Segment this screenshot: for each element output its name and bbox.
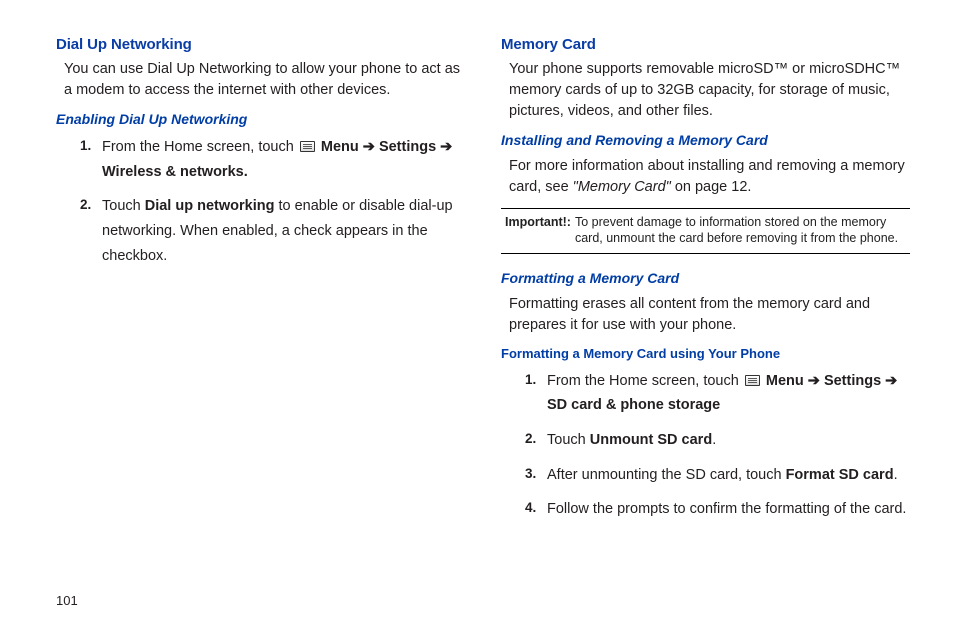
- steps-enabling-dun: From the Home screen, touch Menu ➔ Setti…: [80, 135, 465, 268]
- r-step1-menu: Menu: [766, 373, 804, 389]
- subheading-enabling-dun: Enabling Dial Up Networking: [56, 111, 465, 127]
- subheading-install-remove: Installing and Removing a Memory Card: [501, 132, 910, 148]
- p2-ref: "Memory Card": [573, 179, 671, 195]
- step1-wireless: Wireless & networks.: [102, 164, 248, 180]
- important-note: Important!: To prevent damage to informa…: [501, 208, 910, 254]
- menu-icon: [745, 375, 760, 386]
- body-memory-intro: Your phone supports removable microSD™ o…: [509, 59, 910, 122]
- step1-menu: Menu: [321, 139, 359, 155]
- body-formatting-intro: Formatting erases all content from the m…: [509, 294, 910, 336]
- page-number: 101: [56, 593, 78, 608]
- r-step2-c: .: [712, 432, 716, 448]
- steps-formatting: From the Home screen, touch Menu ➔ Setti…: [525, 369, 910, 522]
- body-install-info: For more information about installing an…: [509, 156, 910, 198]
- step2-text-a: Touch: [102, 198, 145, 214]
- step2-dun: Dial up networking: [145, 198, 275, 214]
- r-step1-settings: Settings: [824, 373, 881, 389]
- step-1: From the Home screen, touch Menu ➔ Setti…: [80, 135, 465, 184]
- step-3: After unmounting the SD card, touch Form…: [525, 463, 910, 488]
- arrow-icon: ➔: [804, 373, 824, 389]
- heading-dial-up: Dial Up Networking: [56, 36, 465, 53]
- step-1: From the Home screen, touch Menu ➔ Setti…: [525, 369, 910, 418]
- step1-text-a: From the Home screen, touch: [102, 139, 298, 155]
- subheading-formatting-phone: Formatting a Memory Card using Your Phon…: [501, 346, 910, 361]
- step-2: Touch Unmount SD card.: [525, 428, 910, 453]
- column-right: Memory Card Your phone supports removabl…: [501, 36, 910, 532]
- subheading-formatting: Formatting a Memory Card: [501, 270, 910, 286]
- step-2: Touch Dial up networking to enable or di…: [80, 194, 465, 268]
- p2-b: on page 12.: [671, 179, 752, 195]
- important-text: To prevent damage to information stored …: [575, 214, 906, 247]
- r-step4: Follow the prompts to confirm the format…: [547, 501, 906, 517]
- step-4: Follow the prompts to confirm the format…: [525, 497, 910, 522]
- column-left: Dial Up Networking You can use Dial Up N…: [56, 36, 465, 532]
- arrow-icon: ➔: [881, 373, 897, 389]
- r-step2-a: Touch: [547, 432, 590, 448]
- step1-settings: Settings: [379, 139, 436, 155]
- r-step1-sd: SD card & phone storage: [547, 397, 720, 413]
- important-label: Important!:: [505, 214, 571, 247]
- r-step3-b: Format SD card: [786, 467, 894, 483]
- r-step3-a: After unmounting the SD card, touch: [547, 467, 786, 483]
- page-columns: Dial Up Networking You can use Dial Up N…: [56, 36, 910, 532]
- r-step1-a: From the Home screen, touch: [547, 373, 743, 389]
- arrow-icon: ➔: [359, 139, 379, 155]
- heading-memory-card: Memory Card: [501, 36, 910, 53]
- r-step3-c: .: [894, 467, 898, 483]
- menu-icon: [300, 141, 315, 152]
- arrow-icon: ➔: [436, 139, 452, 155]
- body-dial-up-intro: You can use Dial Up Networking to allow …: [64, 59, 465, 101]
- r-step2-b: Unmount SD card: [590, 432, 712, 448]
